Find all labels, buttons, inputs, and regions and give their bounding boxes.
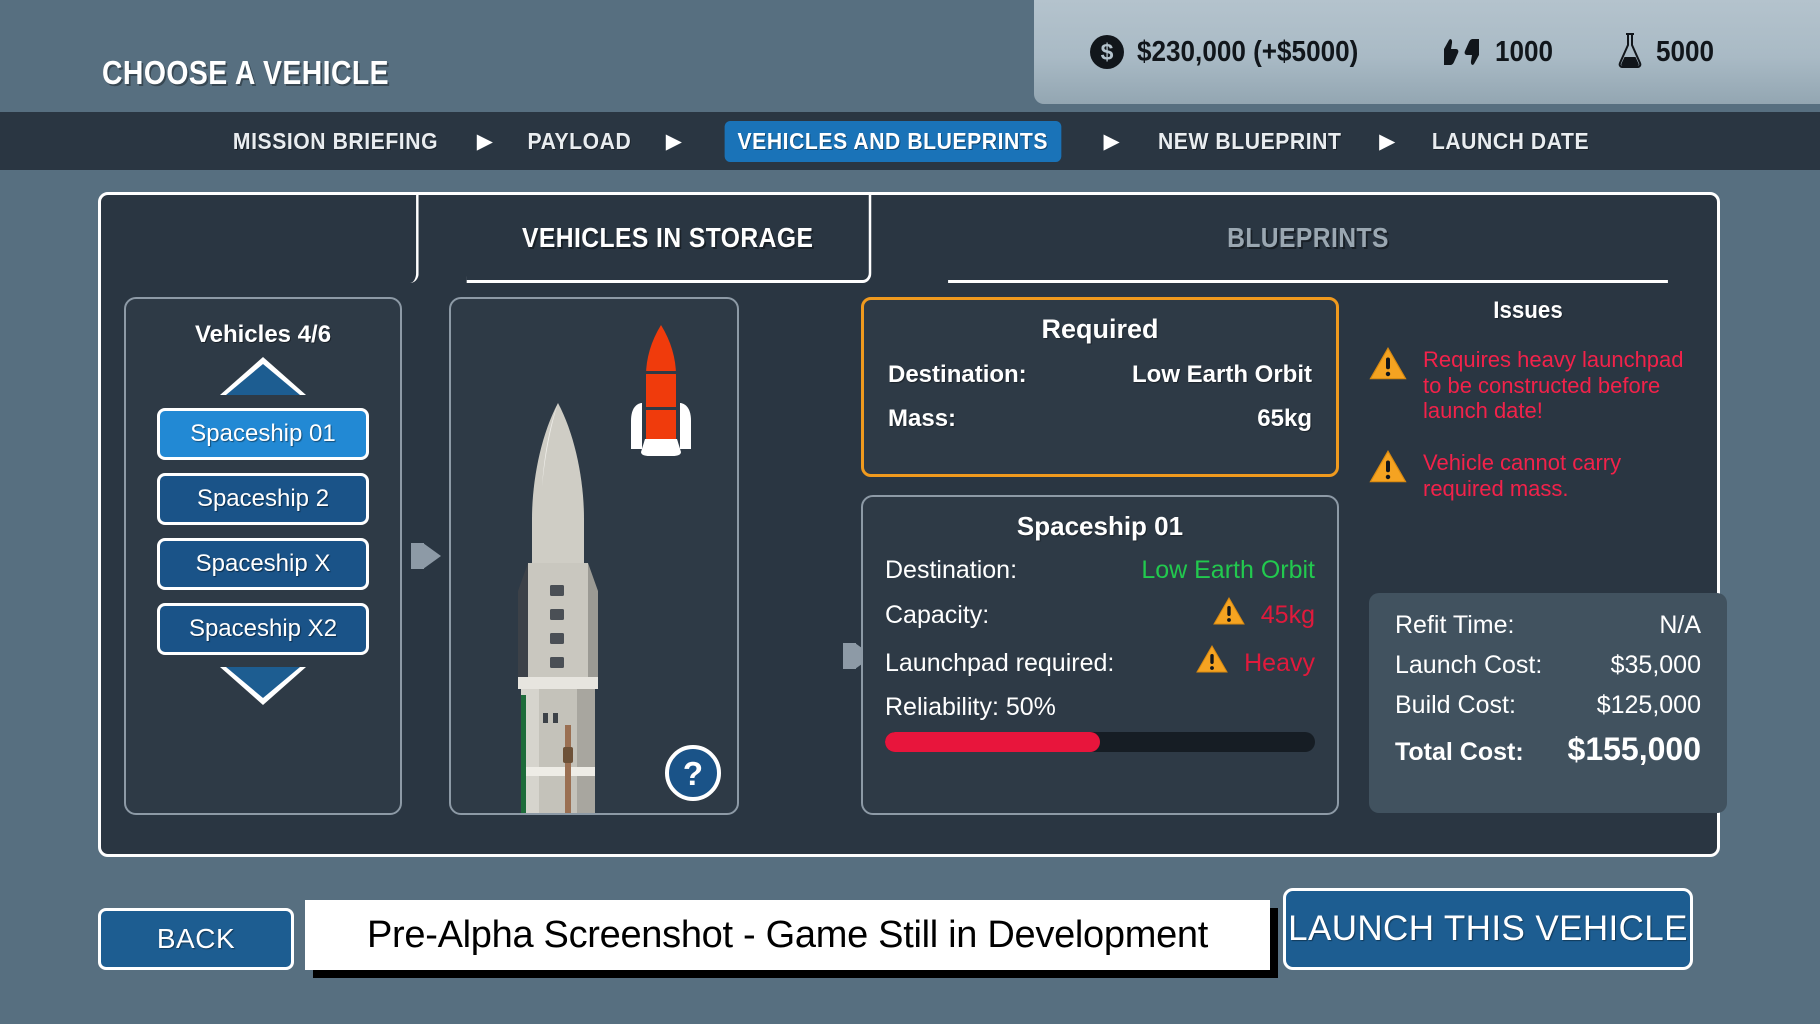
reputation-icon [1441,37,1482,67]
issues-title: Issues [1493,297,1563,324]
vehicle-preview-panel: ? [449,297,739,815]
breadcrumb-step-vehicles-and-blueprints[interactable]: VEHICLES AND BLUEPRINTS [724,120,1061,162]
rocket-icon [621,321,701,476]
reliability-bar [885,732,1315,752]
required-panel: Required Destination: Low Earth Orbit Ma… [861,297,1339,477]
vehicle-detail-title: Spaceship 01 [1016,511,1184,541]
triangle-up-icon[interactable] [220,357,306,395]
vehicle-list-title: Vehicles 4/6 [194,321,332,348]
breadcrumb-step-launch-date[interactable]: LAUNCH DATE [1430,128,1591,155]
resource-money-value: $230,000 (+$5000) [1137,35,1359,68]
issue-text: Vehicle cannot carry required mass. [1423,450,1622,501]
required-mass-label: Mass: [888,405,957,432]
vehicle-item-spaceship-x[interactable]: Spaceship X [157,538,369,590]
required-row-destination: Destination: Low Earth Orbit [888,361,1312,389]
vehicle-item-spaceship-x2[interactable]: Spaceship X2 [157,603,369,655]
back-button[interactable]: BACK [98,908,294,970]
cost-row-build-cost: Build Cost: $125,000 [1395,691,1701,720]
required-destination-label: Destination: [888,361,1027,388]
cost-refit-time-label: Refit Time: [1395,611,1515,639]
tab-bar-spacer [121,195,419,283]
vehicle-detail-panel: Spaceship 01 Destination: Low Earth Orbi… [861,495,1339,815]
resource-reputation: 1000 [1441,36,1560,69]
chevron-right-icon: ▶ [1103,129,1120,153]
chevron-right-icon: ▶ [665,129,682,153]
cost-build-cost-value: $125,000 [1596,691,1701,719]
cost-row-launch-cost: Launch Cost: $35,000 [1395,651,1701,680]
tab-bar: VEHICLES IN STORAGE BLUEPRINTS [101,195,1717,283]
detail-row-destination: Destination: Low Earth Orbit [885,556,1315,585]
required-row-mass: Mass: 65kg [888,405,1312,433]
connector-arrow-icon [411,543,441,569]
reliability-bar-fill [885,732,1100,752]
detail-destination-label: Destination: [885,556,1018,584]
warning-triangle-icon [1369,346,1407,386]
required-mass-value: 65kg [1257,405,1312,432]
detail-destination-value: Low Earth Orbit [1141,556,1315,584]
issue-item: Requires heavy launchpad to be construct… [1369,346,1687,424]
watermark-banner: Pre-Alpha Screenshot - Game Still in Dev… [305,900,1270,970]
resource-science: 5000 [1617,32,1721,73]
cost-row-refit-time: Refit Time: N/A [1395,611,1701,640]
cost-launch-cost-label: Launch Cost: [1395,651,1543,679]
warning-triangle-icon [1369,450,1407,489]
detail-row-capacity: Capacity: 45kg [885,596,1315,633]
detail-capacity-value-group: 45kg [1212,596,1315,633]
resource-money: $ $230,000 (+$5000) [1090,35,1383,69]
coin-icon: $ [1090,35,1124,69]
chevron-right-icon: ▶ [476,129,493,153]
vehicle-render [518,403,598,813]
warning-triangle-icon [1212,596,1245,633]
breadcrumb-step-new-blueprint[interactable]: NEW BLUEPRINT [1156,128,1343,155]
cost-launch-cost-value: $35,000 [1610,651,1701,679]
vehicle-list-panel: Vehicles 4/6 Spaceship 01 Spaceship 2 Sp… [124,297,402,815]
breadcrumb-step-payload[interactable]: PAYLOAD [526,128,633,155]
page-title: CHOOSE A VEHICLE [102,54,390,91]
cost-summary-panel: Refit Time: N/A Launch Cost: $35,000 Bui… [1369,593,1727,813]
triangle-down-icon[interactable] [220,667,306,705]
warning-triangle-icon [1196,644,1228,681]
help-button[interactable]: ? [665,745,721,801]
issue-text: Requires heavy launchpad to be construct… [1423,347,1684,424]
issues-panel: Issues Requires heavy launchpad to be co… [1369,297,1687,528]
breadcrumb: MISSION BRIEFING ▶ PAYLOAD ▶ VEHICLES AN… [0,112,1820,170]
science-flask-icon [1617,32,1643,73]
vehicle-item-spaceship-01[interactable]: Spaceship 01 [157,408,369,460]
reliability-label: Reliability: 50% [885,693,1056,721]
tab-blueprints[interactable]: BLUEPRINTS [948,195,1668,283]
tab-vehicles-in-storage[interactable]: VEHICLES IN STORAGE [466,195,872,283]
resource-reputation-value: 1000 [1494,35,1553,68]
detail-capacity-value: 45kg [1260,600,1315,629]
launch-this-vehicle-button[interactable]: LAUNCH THIS VEHICLE [1283,888,1693,970]
breadcrumb-step-mission-briefing[interactable]: MISSION BRIEFING [231,128,440,155]
required-destination-value: Low Earth Orbit [1132,361,1312,388]
cost-row-total: Total Cost: $155,000 [1395,731,1701,768]
required-title: Required [1041,314,1159,344]
resource-science-value: 5000 [1656,35,1715,68]
detail-row-launchpad: Launchpad required: Heavy [885,644,1315,681]
vehicle-item-spaceship-2[interactable]: Spaceship 2 [157,473,369,525]
detail-launchpad-label: Launchpad required: [885,648,1115,677]
cost-total-label: Total Cost: [1395,738,1524,766]
cost-total-value: $155,000 [1567,731,1701,767]
main-panel: VEHICLES IN STORAGE BLUEPRINTS Vehicles … [98,192,1727,860]
top-header: CHOOSE A VEHICLE $ $230,000 (+$5000) 100… [0,0,1820,112]
resource-bar: $ $230,000 (+$5000) 1000 5000 [1034,0,1820,104]
detail-capacity-label: Capacity: [885,600,990,629]
cost-build-cost-label: Build Cost: [1395,691,1516,719]
card-body: Vehicles 4/6 Spaceship 01 Spaceship 2 Sp… [101,283,1727,860]
issue-item: Vehicle cannot carry required mass. [1369,450,1687,501]
detail-launchpad-value: Heavy [1244,648,1315,677]
detail-launchpad-value-group: Heavy [1196,644,1315,681]
cost-refit-time-value: N/A [1659,611,1701,639]
chevron-right-icon: ▶ [1379,129,1396,153]
